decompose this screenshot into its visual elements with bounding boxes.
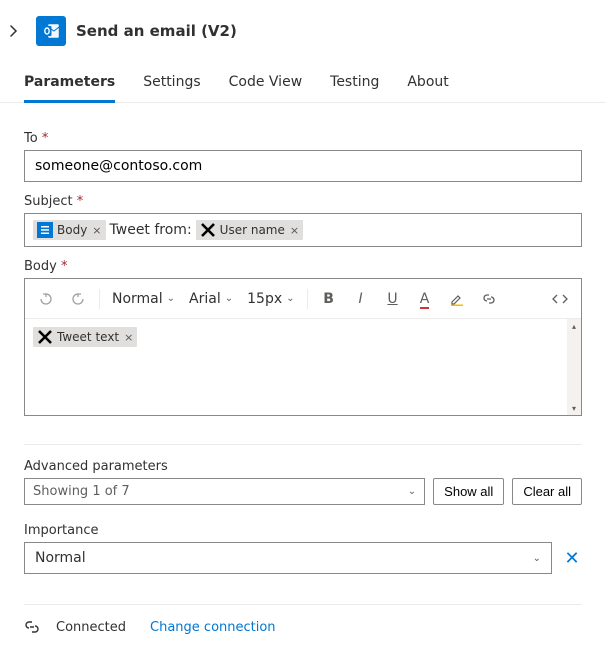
font-size-select[interactable]: 15px⌄ [243,291,298,307]
tabs-bar: Parameters Settings Code View Testing Ab… [0,50,606,103]
body-label: Body [24,259,582,274]
toolbar-separator [307,289,308,309]
outlook-icon [36,16,66,46]
connection-icon [24,619,42,635]
to-label: To [24,131,582,146]
body-editor: Normal⌄ Arial⌄ 15px⌄ B I U A [24,278,582,416]
italic-button[interactable]: I [348,285,374,313]
body-token-icon [37,222,53,238]
body-token-label: Body [57,223,87,237]
chevron-down-icon: ⌄ [408,486,416,497]
undo-button[interactable] [33,285,59,313]
chevron-down-icon: ⌄ [286,293,294,304]
chevron-down-icon: ⌄ [167,293,175,304]
tweet-text-token-label: Tweet text [57,330,119,344]
username-token[interactable]: User name × [196,220,303,240]
advanced-select[interactable]: Showing 1 of 7 ⌄ [24,478,425,505]
collapse-chevron[interactable] [8,25,26,37]
tab-code-view[interactable]: Code View [229,68,303,103]
tab-parameters[interactable]: Parameters [24,68,115,103]
tab-settings[interactable]: Settings [143,68,200,103]
clear-all-button[interactable]: Clear all [512,478,582,505]
link-button[interactable] [476,285,502,313]
change-connection-link[interactable]: Change connection [150,620,276,635]
section-divider [24,444,582,445]
highlight-button[interactable] [444,285,470,313]
importance-label: Importance [24,523,582,538]
rte-scrollbar[interactable]: ▴ ▾ [567,319,581,415]
to-input-field[interactable] [33,157,573,175]
connection-status: Connected [56,620,126,635]
show-all-button[interactable]: Show all [433,478,504,505]
rte-content[interactable]: Tweet text × ▴ ▾ [25,319,581,415]
username-token-label: User name [220,223,285,237]
scroll-up-button[interactable]: ▴ [567,319,581,333]
redo-button[interactable] [65,285,91,313]
subject-static-text: Tweet from: [110,222,192,238]
x-logo-icon [200,222,216,238]
remove-importance-button[interactable]: ✕ [562,548,582,569]
font-color-button[interactable]: A [412,285,438,313]
scroll-down-button[interactable]: ▾ [567,401,581,415]
advanced-label: Advanced parameters [24,459,582,474]
tab-testing[interactable]: Testing [330,68,379,103]
importance-select[interactable]: Normal ⌄ [24,542,552,574]
body-token-remove[interactable]: × [92,224,101,237]
tab-about[interactable]: About [407,68,448,103]
subject-label: Subject [24,194,582,209]
font-style-select[interactable]: Normal⌄ [108,291,179,307]
card-header: Send an email (V2) [0,0,606,50]
card-title: Send an email (V2) [76,22,237,40]
username-token-remove[interactable]: × [290,224,299,237]
chevron-down-icon: ⌄ [533,553,541,564]
tweet-text-token[interactable]: Tweet text × [33,327,137,347]
rte-toolbar: Normal⌄ Arial⌄ 15px⌄ B I U A [25,279,581,319]
body-token[interactable]: Body × [33,220,106,240]
x-logo-icon [37,329,53,345]
subject-input[interactable]: Body × Tweet from: User name × [24,213,582,247]
to-input[interactable] [24,150,582,182]
underline-button[interactable]: U [380,285,406,313]
footer-bar: Connected Change connection [0,605,606,653]
toolbar-separator [99,289,100,309]
code-view-toggle[interactable] [547,285,573,313]
font-family-select[interactable]: Arial⌄ [185,291,237,307]
bold-button[interactable]: B [316,285,342,313]
tweet-text-token-remove[interactable]: × [124,331,133,344]
chevron-down-icon: ⌄ [225,293,233,304]
